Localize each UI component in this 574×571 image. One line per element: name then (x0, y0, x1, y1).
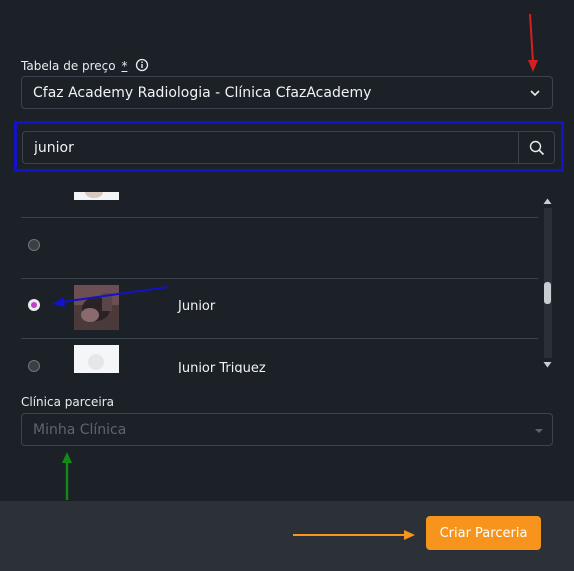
blue-arrow-annotation (52, 286, 169, 307)
red-arrow-annotation (528, 13, 538, 72)
annotation-overlay (52, 13, 538, 540)
green-arrow-annotation (62, 452, 72, 500)
orange-arrow-annotation (293, 530, 415, 540)
